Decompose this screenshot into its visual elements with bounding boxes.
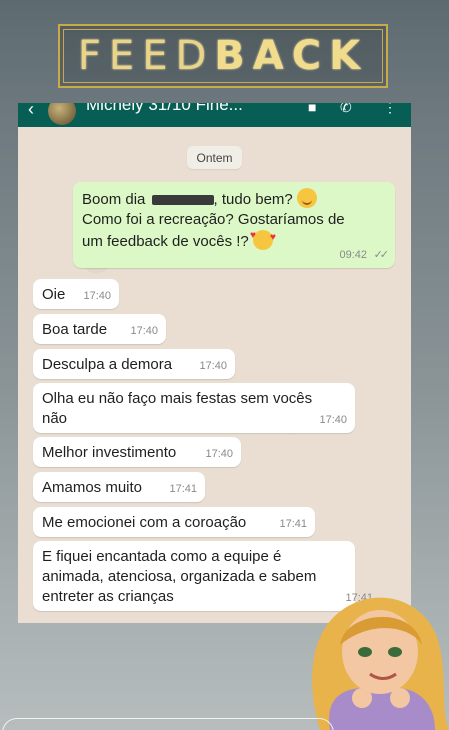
rapunzel-sticker xyxy=(312,597,449,730)
message-time: 17:41 xyxy=(279,518,307,530)
outgoing-message: Boom dia , tudo bem? Como foi a recreaçã… xyxy=(73,182,395,268)
list-item: Oie 17:40 xyxy=(33,279,119,309)
hearts-face-emoji-icon xyxy=(250,226,276,250)
list-item: Melhor investimento 17:40 xyxy=(33,437,241,467)
list-item: Boa tarde 17:40 xyxy=(33,314,166,344)
phone-icon[interactable]: ✆ xyxy=(340,103,352,116)
message-time: 17:40 xyxy=(83,290,111,302)
contact-avatar[interactable] xyxy=(48,103,76,125)
reply-input[interactable] xyxy=(2,718,334,730)
video-call-icon[interactable]: ■ xyxy=(308,103,316,115)
contact-name[interactable]: Michely 31/10 Fine... xyxy=(86,103,243,115)
more-options-icon[interactable]: ⋮ xyxy=(383,103,397,116)
list-item: Amamos muito 17:41 xyxy=(33,472,205,502)
list-item: Me emocionei com a coroação 17:41 xyxy=(33,507,315,537)
list-item: Desculpa a demora 17:40 xyxy=(33,349,235,379)
message-time: 17:40 xyxy=(319,414,347,426)
redacted-name xyxy=(151,195,214,206)
message-time: 17:41 xyxy=(169,483,197,495)
list-item: Olha eu não faço mais festas sem vocês n… xyxy=(33,383,355,433)
message-time: 17:40 xyxy=(130,325,158,337)
message-time: 17:40 xyxy=(199,360,227,372)
date-separator: Ontem xyxy=(187,146,242,169)
message-time: 17:40 xyxy=(205,448,233,460)
message-time: 09:42 xyxy=(339,249,367,261)
feedback-banner: FEEDBACK xyxy=(58,24,388,88)
smile-emoji-icon xyxy=(296,188,317,208)
banner-title: FEEDBACK xyxy=(77,33,369,79)
chat-header: ‹ Michely 31/10 Fine... ■ ✆ ⋮ xyxy=(18,103,411,127)
read-receipt-icon: ✓✓ xyxy=(373,249,390,261)
arrow-left-icon[interactable]: ‹ xyxy=(28,103,34,120)
